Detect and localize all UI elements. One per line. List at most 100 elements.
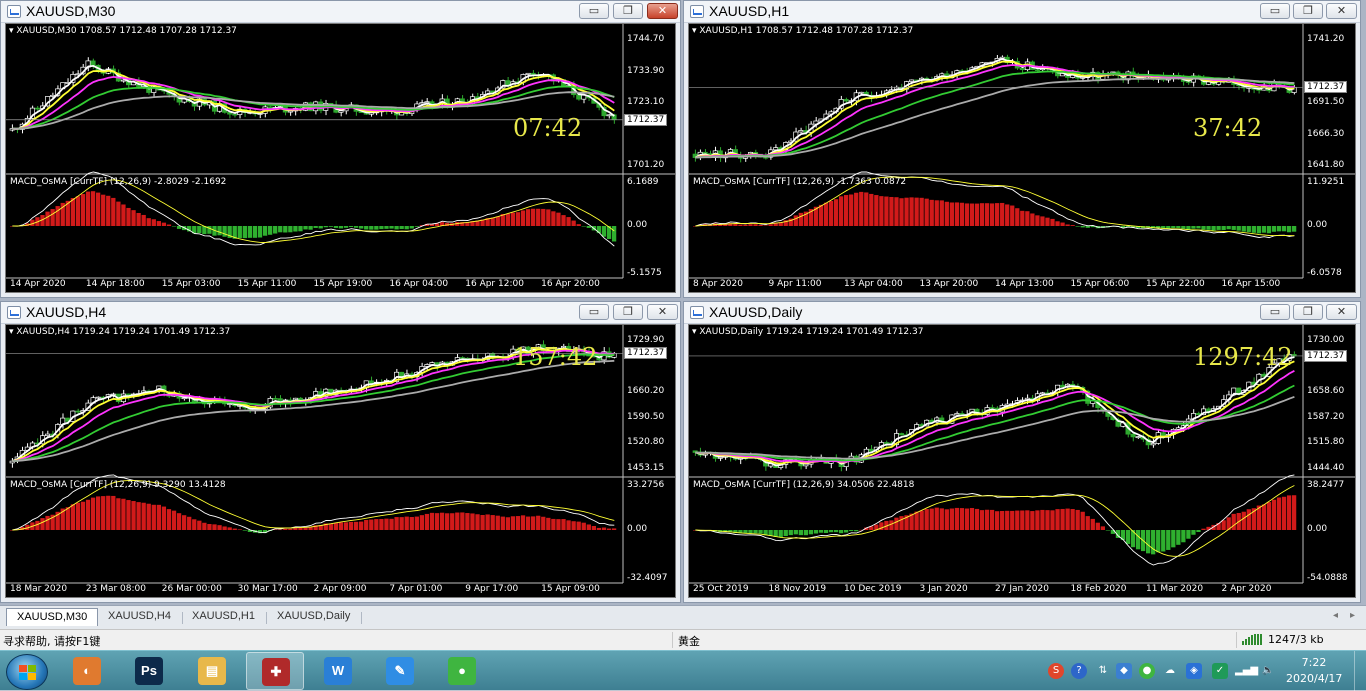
minimize-button[interactable]: ▭	[579, 304, 609, 320]
macd-histogram-bar	[343, 522, 349, 530]
tab-scroll-left-icon[interactable]: ◂	[1333, 610, 1338, 621]
close-button[interactable]: ✕	[1326, 3, 1357, 19]
macd-histogram-bar	[854, 530, 859, 532]
status-divider	[1236, 632, 1237, 648]
tray-sogou-icon[interactable]: S	[1048, 663, 1064, 679]
chart-canvas[interactable]: ▾ XAUUSD,H1 1708.57 1712.48 1707.28 1712…	[688, 23, 1356, 293]
show-desktop-button[interactable]	[1354, 651, 1366, 691]
app-wechat[interactable]: ●	[433, 652, 491, 690]
taskbar-clock[interactable]: 7:22 2020/4/17	[1286, 655, 1342, 687]
candle-body	[909, 79, 915, 82]
tab-xauusd-m30[interactable]: XAUUSD,M30	[6, 608, 99, 626]
macd-histogram-bar	[394, 517, 399, 530]
macd-histogram-bar	[283, 528, 288, 530]
tray-shield-green-icon[interactable]: ✓	[1212, 663, 1228, 679]
macd-histogram-bar	[85, 499, 91, 530]
close-button[interactable]: ✕	[1326, 304, 1357, 320]
time-axis-label: 14 Apr 18:00	[85, 279, 145, 289]
tab-xauusd-daily[interactable]: XAUUSD,Daily	[267, 608, 360, 626]
close-button[interactable]: ✕	[647, 304, 678, 320]
macd-histogram-bar	[1135, 530, 1141, 550]
macd-histogram-bar	[187, 516, 192, 530]
macd-histogram-bar	[116, 498, 121, 530]
tray-signal-icon[interactable]: ▂▄▆	[1235, 663, 1258, 679]
chart-window-icon	[7, 5, 21, 18]
tray-help-icon[interactable]: ?	[1071, 663, 1087, 679]
tray-network-icon[interactable]: ⇅	[1095, 663, 1111, 679]
macd-histogram-bar	[1070, 509, 1075, 530]
window-titlebar[interactable]: XAUUSD,H1 ▭ ❐ ✕	[684, 1, 1360, 23]
price-axis-label: 1520.80	[627, 437, 665, 448]
time-axis-label: 14 Apr 2020	[10, 279, 66, 289]
close-button[interactable]: ✕	[647, 3, 678, 19]
app-note[interactable]: ✎	[371, 652, 429, 690]
macd-histogram-bar	[798, 212, 803, 226]
restore-button[interactable]: ❐	[613, 304, 643, 320]
macd-histogram-bar	[551, 211, 556, 226]
macd-histogram-bar	[1151, 530, 1156, 555]
tab-xauusd-h4[interactable]: XAUUSD,H4	[98, 608, 181, 626]
macd-histogram-bar	[409, 226, 414, 229]
macd-histogram-bar	[146, 503, 151, 530]
window-titlebar[interactable]: XAUUSD,Daily ▭ ❐ ✕	[684, 302, 1360, 324]
price-axis-label: 1730.00	[1307, 335, 1345, 345]
time-axis-label: 8 Apr 2020	[693, 279, 743, 289]
app-wps-writer[interactable]: W	[309, 652, 367, 690]
macd-histogram-bar	[1050, 510, 1055, 530]
window-titlebar[interactable]: XAUUSD,M30 ▭ ❐ ✕	[1, 1, 680, 23]
macd-histogram-bar	[460, 512, 465, 530]
restore-button[interactable]: ❐	[1293, 304, 1323, 320]
tray-shield-blue-icon[interactable]: ◈	[1186, 663, 1202, 679]
macd-histogram-bar	[1221, 226, 1226, 231]
macd-histogram-bar	[136, 502, 141, 530]
minimize-button[interactable]: ▭	[1260, 304, 1290, 320]
tray-volume-icon[interactable]: 🔈	[1260, 663, 1276, 679]
clock-time: 7:22	[1301, 656, 1327, 669]
macd-histogram-bar	[348, 226, 354, 228]
minimize-button[interactable]: ▭	[579, 3, 609, 19]
macd-histogram-bar	[768, 530, 773, 536]
app-browser-icon: ◐	[73, 657, 101, 685]
macd-histogram-bar	[561, 215, 566, 226]
restore-button[interactable]: ❐	[613, 3, 643, 19]
macd-histogram-bar	[889, 196, 894, 226]
macd-histogram-bar	[247, 226, 253, 238]
tray-cloud-icon[interactable]: ☁	[1162, 663, 1178, 679]
macd-histogram-bar	[106, 495, 111, 530]
macd-histogram-bar	[65, 507, 70, 530]
macd-histogram-bar	[954, 202, 960, 226]
time-axis-label: 26 Mar 00:00	[161, 584, 222, 594]
app-explorer[interactable]: ▤	[183, 652, 241, 690]
tab-scroll-right-icon[interactable]: ▸	[1350, 610, 1355, 621]
app-browser[interactable]: ◐	[58, 652, 116, 690]
minimize-button[interactable]: ▭	[1260, 3, 1290, 19]
candle-countdown-timer: 07:42	[513, 114, 583, 142]
macd-histogram-bar	[859, 191, 864, 226]
window-titlebar[interactable]: XAUUSD,H4 ▭ ❐ ✕	[1, 302, 680, 324]
tray-box-icon[interactable]: ◆	[1116, 663, 1132, 679]
app-metatrader[interactable]: ✚	[246, 652, 304, 690]
macd-histogram-bar	[1040, 509, 1045, 530]
chart-window-daily[interactable]: XAUUSD,Daily ▭ ❐ ✕ ▾ XAUUSD,Daily 1719.2…	[683, 301, 1361, 603]
chart-window-m30[interactable]: XAUUSD,M30 ▭ ❐ ✕ ▾ XAUUSD,M30 1708.57 17…	[0, 0, 681, 298]
chart-canvas[interactable]: ▾ XAUUSD,H4 1719.24 1719.24 1701.49 1712…	[5, 324, 676, 598]
chart-canvas[interactable]: ▾ XAUUSD,Daily 1719.24 1719.24 1701.49 1…	[688, 324, 1356, 598]
chart-canvas[interactable]: ▾ XAUUSD,M30 1708.57 1712.48 1707.28 171…	[5, 23, 676, 293]
start-button[interactable]	[6, 654, 48, 690]
macd-histogram-bar	[536, 208, 541, 226]
macd-histogram-bar	[995, 203, 1000, 226]
chart-window-h4[interactable]: XAUUSD,H4 ▭ ❐ ✕ ▾ XAUUSD,H4 1719.24 1719…	[0, 301, 681, 603]
macd-histogram-bar	[278, 226, 283, 233]
restore-button[interactable]: ❐	[1293, 3, 1323, 19]
candle-body	[459, 357, 465, 359]
macd-histogram-bar	[212, 524, 217, 530]
chart-window-h1[interactable]: XAUUSD,H1 ▭ ❐ ✕ ▾ XAUUSD,H1 1708.57 1712…	[683, 0, 1361, 298]
app-photoshop[interactable]: Ps	[120, 652, 178, 690]
macd-histogram-bar	[70, 504, 76, 530]
macd-histogram-bar	[1216, 226, 1221, 230]
macd-histogram-bar	[252, 226, 258, 238]
tab-xauusd-h1[interactable]: XAUUSD,H1	[182, 608, 265, 626]
clock-date: 2020/4/17	[1286, 672, 1343, 685]
macd-histogram-bar	[899, 198, 904, 226]
tray-wechat-icon[interactable]: ●	[1139, 663, 1155, 679]
